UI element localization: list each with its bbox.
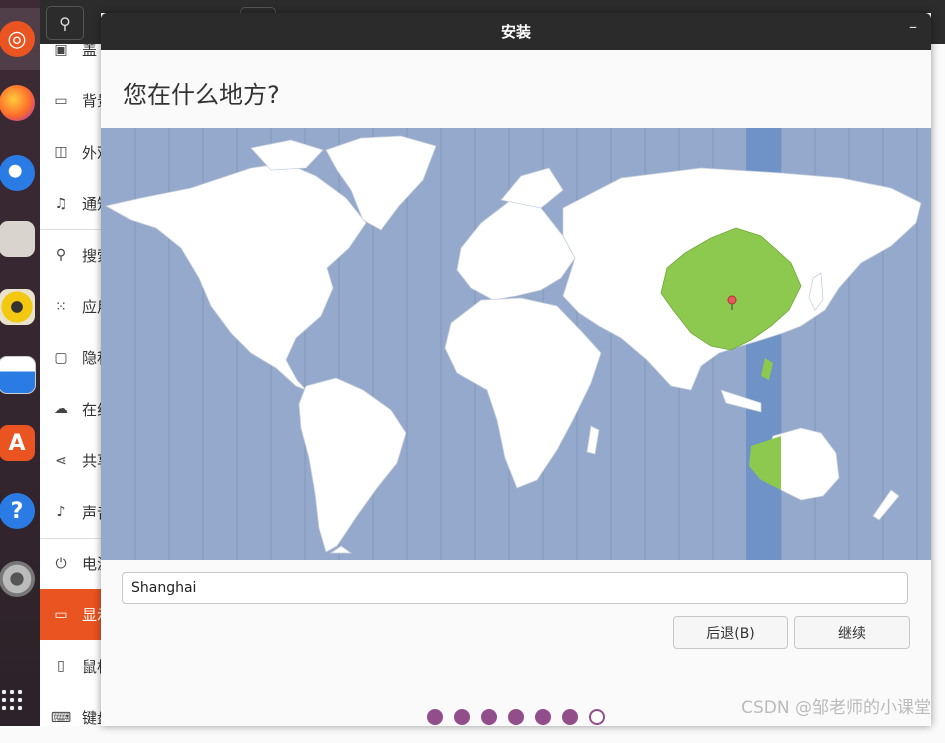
dock-firefox[interactable] bbox=[0, 72, 40, 134]
progress-dot bbox=[535, 709, 551, 725]
sidebar-item-4[interactable]: ⚲ 搜索 bbox=[40, 230, 110, 281]
progress-dot bbox=[481, 709, 497, 725]
sidebar-item-3[interactable]: ♫ 通知 bbox=[40, 178, 110, 229]
sidebar-item-7[interactable]: ☁ 在线 bbox=[40, 384, 110, 435]
watermark: CSDN @邹老师的小课堂 bbox=[741, 698, 931, 718]
sidebar-item-label: 盖 bbox=[82, 41, 98, 59]
show-applications-icon[interactable] bbox=[2, 690, 22, 710]
dock-thunderbird[interactable] bbox=[0, 142, 40, 204]
progress-dot bbox=[427, 709, 443, 725]
sidebar-item-10[interactable]: ⏻ 电源 bbox=[40, 538, 110, 589]
music-note-icon: ♪ bbox=[56, 504, 66, 521]
dock-writer[interactable] bbox=[0, 344, 40, 406]
dock-ubuntu[interactable]: ◎ bbox=[0, 8, 40, 70]
progress-dot bbox=[562, 709, 578, 725]
screen-lock-icon: ▣ bbox=[54, 41, 68, 58]
dock-help[interactable]: ? bbox=[0, 480, 40, 542]
software-center-icon: A bbox=[0, 425, 35, 461]
sidebar-item-1[interactable]: ▭ 背景 bbox=[40, 75, 110, 126]
rhythmbox-icon bbox=[0, 289, 35, 325]
files-icon bbox=[0, 221, 35, 257]
progress-indicator bbox=[427, 709, 605, 725]
appearance-icon: ◫ bbox=[54, 144, 68, 161]
dock-settings[interactable] bbox=[0, 548, 40, 610]
search-icon: ⚲ bbox=[55, 247, 67, 264]
share-icon: ⋖ bbox=[55, 452, 67, 469]
mouse-icon: ▯ bbox=[57, 658, 65, 675]
dock-software[interactable]: A bbox=[0, 412, 40, 474]
sidebar-item-5[interactable]: ⁙ 应用 bbox=[40, 281, 110, 332]
back-button[interactable]: 后退(B) bbox=[673, 616, 788, 649]
minimize-button[interactable]: – bbox=[909, 17, 917, 36]
window-title: 安装 bbox=[500, 23, 531, 41]
sidebar-item-12[interactable]: ▯ 鼠标 bbox=[40, 641, 110, 692]
dock-files[interactable] bbox=[0, 208, 40, 270]
location-input[interactable] bbox=[122, 572, 908, 604]
firefox-icon bbox=[0, 85, 35, 121]
applications-icon: ⁙ bbox=[55, 298, 67, 315]
settings-gear-icon bbox=[0, 561, 35, 597]
thunderbird-icon bbox=[0, 155, 35, 191]
keyboard-icon: ⌨ bbox=[50, 709, 72, 726]
display-icon: ▭ bbox=[54, 606, 68, 623]
libreoffice-writer-icon bbox=[0, 356, 36, 394]
sidebar-item-11[interactable]: ▭ 显示 bbox=[40, 589, 110, 641]
dock: ◎ A ? bbox=[0, 0, 40, 726]
background-icon: ▭ bbox=[54, 92, 68, 109]
sidebar-item-6[interactable]: ▢ 隐私 bbox=[40, 332, 110, 383]
timezone-map[interactable] bbox=[101, 128, 931, 560]
progress-dot bbox=[454, 709, 470, 725]
sidebar-item-0[interactable]: ▣ 盖 bbox=[40, 24, 110, 75]
sidebar-item-2[interactable]: ◫ 外观 bbox=[40, 127, 110, 178]
power-icon: ⏻ bbox=[55, 555, 67, 572]
privacy-lock-icon: ▢ bbox=[54, 349, 68, 366]
sidebar-item-13[interactable]: ⌨ 键盘 bbox=[40, 692, 110, 743]
help-icon: ? bbox=[0, 493, 35, 529]
progress-dot bbox=[508, 709, 524, 725]
dock-rhythmbox[interactable] bbox=[0, 276, 40, 338]
notifications-icon: ♫ bbox=[54, 195, 68, 212]
sidebar-item-8[interactable]: ⋖ 共享 bbox=[40, 435, 110, 486]
installer-window: 安装 – 您在什么地方? Shanghai 后退(B) 继续 bbox=[101, 13, 931, 726]
continue-button[interactable]: 继续 bbox=[794, 616, 910, 649]
titlebar: 安装 – bbox=[101, 13, 931, 50]
progress-dot bbox=[589, 709, 605, 725]
cloud-icon: ☁ bbox=[54, 401, 68, 418]
page-title: 您在什么地方? bbox=[123, 81, 280, 109]
sidebar-item-9[interactable]: ♪ 声音 bbox=[40, 487, 110, 538]
ubuntu-icon: ◎ bbox=[0, 21, 35, 57]
